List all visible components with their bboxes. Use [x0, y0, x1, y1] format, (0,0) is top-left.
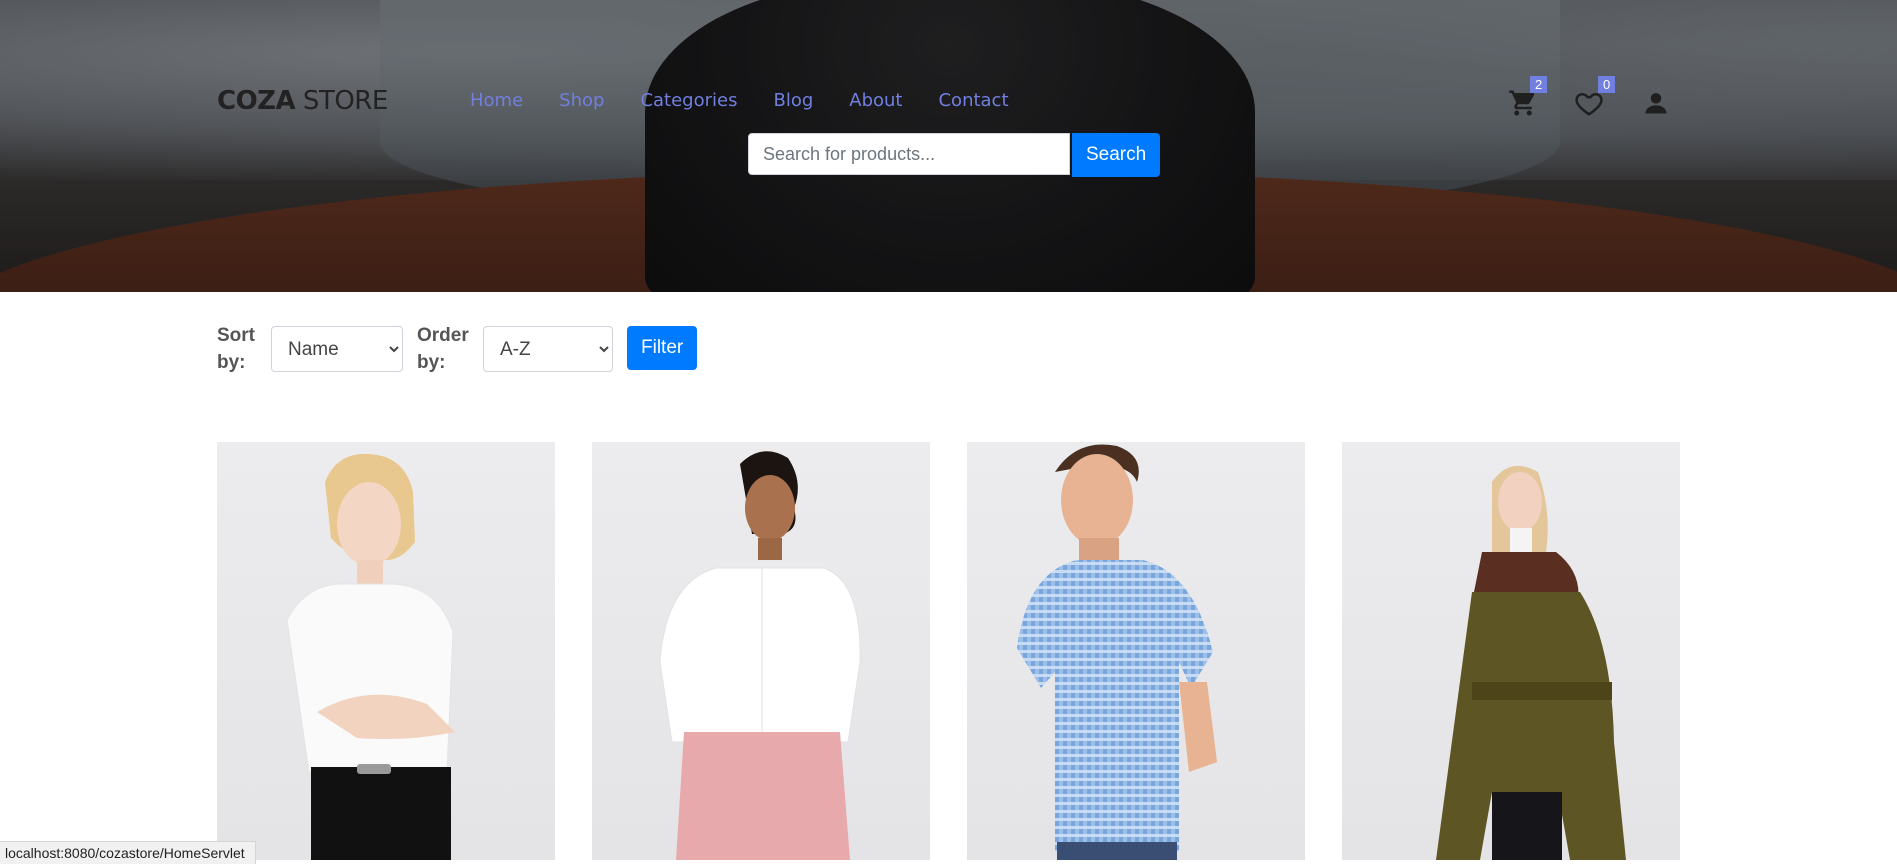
search-button[interactable]: Search	[1072, 133, 1161, 177]
sort-select[interactable]: Name	[271, 326, 403, 372]
product-image	[659, 451, 861, 860]
order-label: Order by:	[417, 325, 469, 373]
user-icon	[1645, 93, 1667, 114]
wishlist-button[interactable]: 0	[1572, 76, 1616, 120]
filter-button[interactable]: Filter	[627, 326, 698, 370]
filter-bar: Sort by: Name Order by: A-Z Filter	[217, 322, 698, 376]
product-card[interactable]	[217, 442, 555, 860]
product-image	[1436, 465, 1626, 860]
sort-label: Sort by:	[217, 325, 255, 373]
order-select[interactable]: A-Z	[483, 326, 613, 372]
wishlist-count-badge: 0	[1598, 76, 1616, 93]
product-grid	[217, 442, 1680, 860]
hero-header: COZA STORE Home Shop Categories Blog Abo…	[0, 0, 1897, 292]
account-button[interactable]	[1639, 86, 1673, 120]
search-input[interactable]	[748, 133, 1070, 175]
product-card[interactable]	[1342, 442, 1680, 860]
browser-status-url: localhost:8080/cozastore/HomeServlet	[0, 841, 256, 864]
product-card[interactable]	[967, 442, 1305, 860]
product-card[interactable]	[592, 442, 930, 860]
product-image	[286, 453, 455, 860]
cart-count-badge: 2	[1530, 76, 1548, 93]
product-image	[1017, 444, 1217, 860]
search-bar: Search	[748, 133, 1161, 177]
cart-button[interactable]: 2	[1506, 76, 1548, 120]
